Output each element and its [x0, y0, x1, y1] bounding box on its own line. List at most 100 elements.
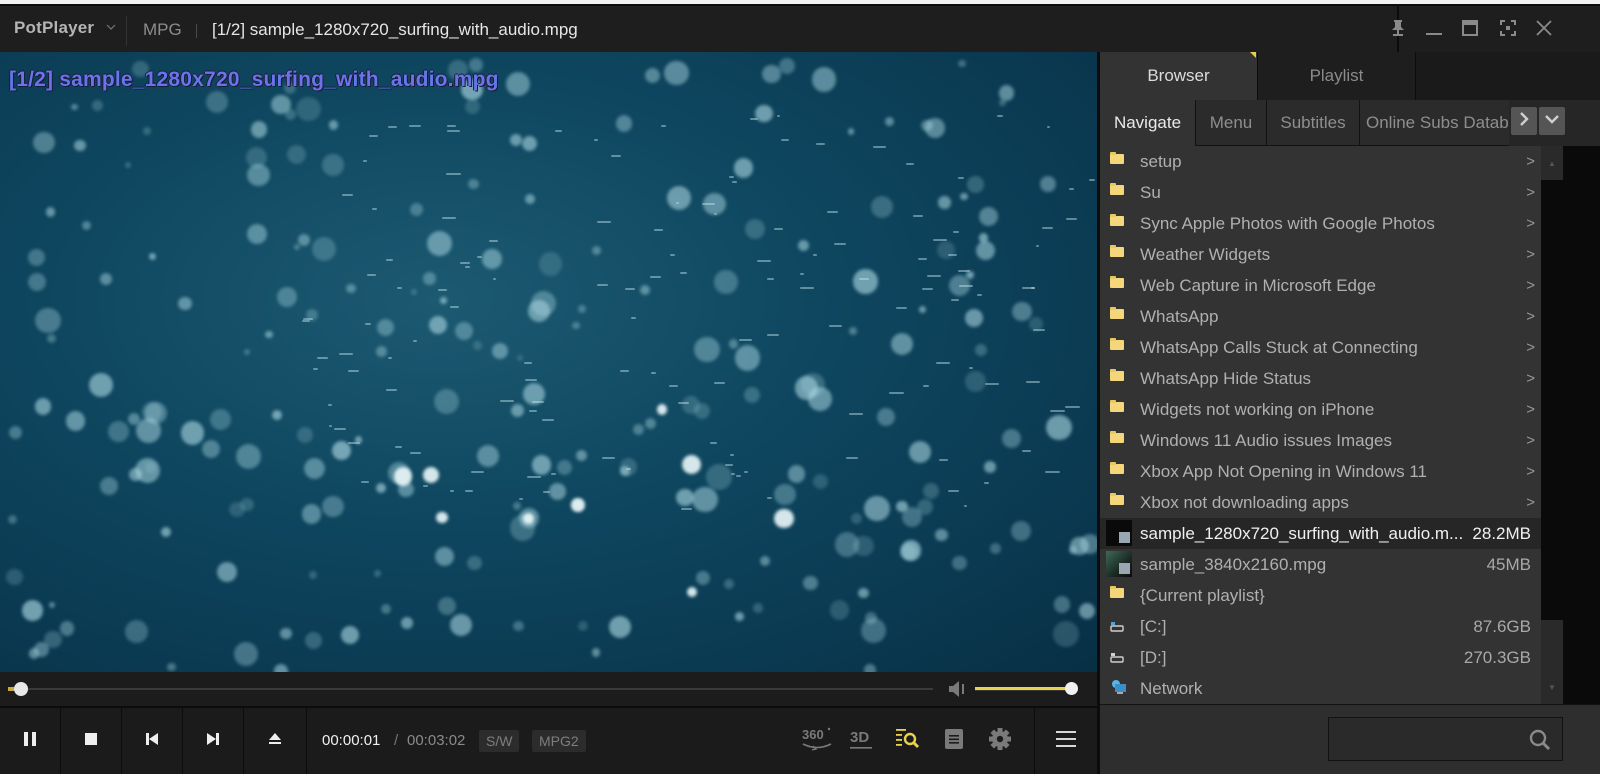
folder-icon: [1110, 338, 1124, 350]
3d-button[interactable]: 3D: [848, 726, 874, 756]
video-bokeh-particle: [265, 330, 273, 339]
close-button[interactable]: [1530, 18, 1558, 42]
folder-item[interactable]: Su >: [1100, 177, 1541, 208]
video-bokeh-particle: [125, 619, 149, 643]
folder-item[interactable]: Xbox not downloading apps >: [1100, 487, 1541, 518]
video-bokeh-particle: [28, 648, 40, 659]
video-bokeh-particle: [59, 620, 75, 636]
video-bokeh-particle: [178, 296, 193, 311]
folder-item[interactable]: WhatsApp >: [1100, 301, 1541, 332]
folder-item[interactable]: {Current playlist}: [1100, 580, 1541, 611]
video-light-streak: [499, 400, 514, 403]
video-bokeh-particle: [919, 306, 926, 313]
video-light-streak: [710, 442, 717, 445]
video-display[interactable]: [1/2] sample_1280x720_surfing_with_audio…: [0, 52, 1097, 672]
codec-badge[interactable]: MPG2: [532, 730, 586, 752]
video-bokeh-particle: [509, 134, 522, 147]
previous-button[interactable]: [122, 708, 183, 774]
video-light-streak: [739, 339, 752, 342]
subtab-subtitles[interactable]: Subtitles: [1266, 100, 1359, 146]
subtab-menu[interactable]: Menu: [1195, 100, 1266, 146]
subtabs-dropdown-button[interactable]: [1539, 107, 1565, 135]
folder-item[interactable]: WhatsApp Calls Stuck at Connecting >: [1100, 332, 1541, 363]
total-time[interactable]: 00:03:02: [407, 732, 465, 749]
network-item[interactable]: Network: [1100, 673, 1541, 704]
chevron-down-icon: [1544, 112, 1560, 130]
subtab-label: Subtitles: [1280, 112, 1346, 132]
video-bokeh-particle: [243, 348, 251, 356]
maximize-button[interactable]: [1456, 18, 1484, 42]
folder-item[interactable]: Sync Apple Photos with Google Photos >: [1100, 208, 1541, 239]
folder-item[interactable]: setup >: [1100, 146, 1541, 177]
video-bokeh-particle: [374, 569, 382, 577]
main-menu-button[interactable]: [1052, 726, 1080, 756]
tab-playlist[interactable]: Playlist: [1257, 52, 1416, 100]
video-bokeh-particle: [861, 618, 886, 643]
video-bokeh-particle: [246, 223, 267, 245]
video-light-streak: [525, 379, 538, 382]
drive-item[interactable]: [D:] 270.3GB: [1100, 642, 1541, 673]
drive-item[interactable]: [C:] 87.6GB: [1100, 611, 1541, 642]
video-bokeh-particle: [1012, 302, 1032, 322]
pause-button[interactable]: [0, 708, 61, 774]
scroll-down-button[interactable]: ▼: [1541, 670, 1563, 704]
video-bokeh-particle: [549, 483, 566, 500]
volume-icon[interactable]: [947, 680, 969, 703]
pin-button[interactable]: [1384, 18, 1412, 42]
video-bokeh-particle: [787, 465, 806, 483]
video-light-streak: [1068, 188, 1075, 191]
video-file-item[interactable]: sample_3840x2160.mpg 45MB: [1100, 549, 1541, 580]
scroll-up-button[interactable]: ▲: [1541, 146, 1563, 180]
tab-browser[interactable]: Browser: [1100, 52, 1257, 100]
settings-button[interactable]: [987, 726, 1013, 756]
folder-item[interactable]: Weather Widgets >: [1100, 239, 1541, 270]
list-scrollbar[interactable]: ▲ ▼: [1541, 146, 1600, 704]
video-bokeh-particle: [524, 193, 536, 205]
subtab-online-subs-database[interactable]: Online Subs Datab: [1359, 100, 1509, 146]
video-bokeh-particle: [908, 441, 931, 464]
svg-text:3D: 3D: [850, 729, 869, 746]
folder-item[interactable]: Web Capture in Microsoft Edge >: [1100, 270, 1541, 301]
folder-item[interactable]: Xbox App Not Opening in Windows 11 >: [1100, 456, 1541, 487]
seek-handle[interactable]: [14, 682, 28, 696]
folder-item[interactable]: Widgets not working on iPhone >: [1100, 394, 1541, 425]
video-bokeh-particle: [794, 376, 819, 400]
folder-item[interactable]: Windows 11 Audio issues Images >: [1100, 425, 1541, 456]
video-light-streak: [1021, 450, 1032, 453]
fullscreen-button[interactable]: [1494, 18, 1522, 42]
video-bokeh-particle: [1040, 175, 1056, 192]
minimize-button[interactable]: [1420, 18, 1448, 42]
chevron-right-icon: >: [1526, 215, 1535, 232]
info-button[interactable]: [943, 726, 965, 756]
seek-track[interactable]: [8, 688, 933, 690]
eject-button[interactable]: [244, 708, 307, 774]
video-light-streak: [678, 401, 689, 404]
scrollbar-thumb[interactable]: [1541, 180, 1563, 620]
video-bokeh-particle: [733, 158, 754, 178]
playlist-search-button[interactable]: [894, 726, 922, 756]
next-button[interactable]: [183, 708, 244, 774]
search-icon[interactable]: [1528, 728, 1552, 757]
stop-button[interactable]: [61, 708, 122, 774]
video-bokeh-particle: [1001, 428, 1021, 448]
volume-handle[interactable]: [1065, 682, 1078, 695]
360-button[interactable]: 360: [800, 726, 834, 756]
video-light-streak: [918, 258, 928, 261]
item-label: WhatsApp Calls Stuck at Connecting: [1140, 338, 1418, 357]
maximize-icon: [1461, 19, 1479, 42]
chevron-down-icon[interactable]: [106, 22, 116, 34]
decoder-badge[interactable]: S/W: [479, 730, 520, 752]
app-menu-button[interactable]: PotPlayer: [14, 18, 94, 38]
video-bokeh-particle: [305, 632, 323, 650]
current-time[interactable]: 00:00:01: [322, 732, 380, 749]
item-label: Windows 11 Audio issues Images: [1140, 431, 1392, 450]
subtab-navigate[interactable]: Navigate: [1100, 100, 1195, 146]
tab-label: Browser: [1147, 66, 1210, 85]
folder-item[interactable]: WhatsApp Hide Status >: [1100, 363, 1541, 394]
item-label: Xbox App Not Opening in Windows 11: [1140, 462, 1427, 481]
search-input[interactable]: [1333, 722, 1523, 756]
time-separator: /: [394, 732, 399, 749]
subtabs-scroll-right-button[interactable]: [1511, 107, 1537, 135]
video-file-item[interactable]: sample_1280x720_surfing_with_audio.m... 2…: [1100, 518, 1541, 549]
video-bokeh-particle: [619, 458, 638, 477]
